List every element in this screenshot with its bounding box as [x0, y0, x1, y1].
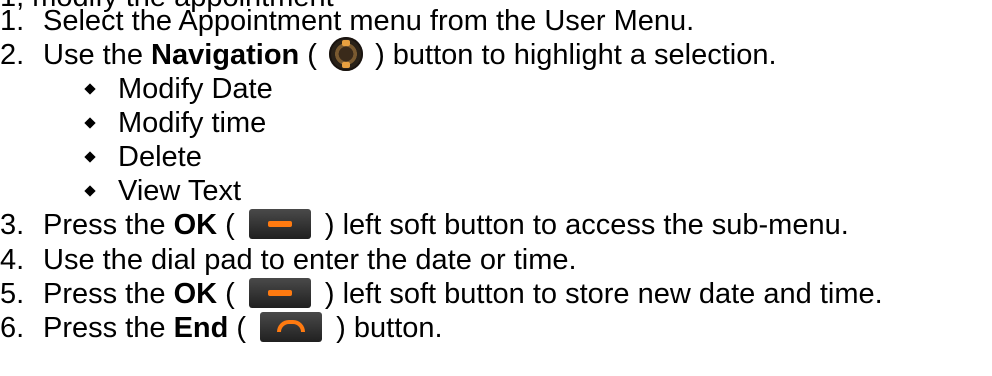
step-text-pre: Use the: [43, 39, 151, 71]
ok-soft-button-icon: [248, 278, 311, 309]
step-text-pre: Press the: [43, 209, 174, 241]
navigation-pad-icon: [329, 37, 364, 72]
step-number: 3.: [0, 209, 25, 241]
step-text: Use the Navigation ( ) button to highlig…: [43, 37, 777, 73]
step-number: 5.: [0, 278, 25, 310]
step-text-post: ) button to highlight a selection.: [367, 39, 777, 71]
step-text-bold: OK: [173, 278, 218, 310]
step-text-post: ) left soft button to store new date and…: [316, 278, 883, 310]
step-text-pre: Press the: [43, 278, 174, 310]
step-number: 2.: [0, 39, 25, 71]
bullet-icon: [84, 83, 96, 95]
step-text-bold: Navigation: [151, 39, 300, 71]
step-text: Use the dial pad to enter the date or ti…: [43, 244, 577, 276]
step-text: Press the OK ( ) left soft button to sto…: [43, 277, 883, 311]
ok-soft-button-icon: [248, 209, 311, 240]
end-call-button-icon: [260, 312, 323, 343]
step-number: 4.: [0, 244, 25, 276]
step-number: 1.: [0, 5, 25, 37]
step-text-post: ) button.: [328, 312, 443, 344]
bullet-icon: [84, 185, 96, 197]
step-text: Press the OK ( ) left soft button to acc…: [43, 208, 849, 242]
step-text: Select the Appointment menu from the Use…: [43, 5, 695, 37]
option-label: Modify Date: [118, 73, 273, 105]
option-label: Modify time: [118, 107, 267, 139]
option-label: View Text: [118, 175, 242, 207]
option-label: Delete: [118, 141, 202, 173]
step-text-pre: Press the: [43, 312, 174, 344]
step-text: Press the End ( ) button.: [43, 311, 443, 345]
bullet-icon: [84, 117, 96, 129]
step-text-bold: End: [173, 312, 229, 344]
step-text-post: ) left soft button to access the sub-men…: [316, 209, 849, 241]
step-text-mid: (: [299, 39, 326, 71]
step-text-bold: OK: [173, 209, 218, 241]
step-text-mid: (: [217, 209, 243, 241]
step-text-mid: (: [217, 278, 243, 310]
bullet-icon: [84, 151, 96, 163]
step-text-mid: (: [228, 312, 255, 344]
step-number: 6.: [0, 312, 25, 344]
